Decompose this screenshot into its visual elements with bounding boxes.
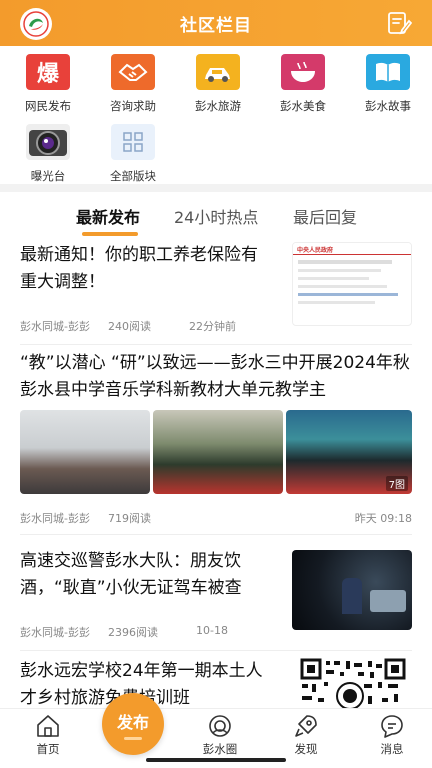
post-reads: 2396阅读 (107, 626, 158, 639)
camera-icon (26, 124, 70, 160)
nav-label: 消息 (380, 742, 404, 756)
food-icon (281, 54, 325, 90)
post-time: 昨天 09:18 (354, 512, 412, 525)
section-divider (0, 184, 432, 192)
category-story[interactable]: 彭水故事 (356, 46, 420, 113)
book-icon (366, 54, 410, 90)
post-item[interactable]: “教”以潜心 “研”以致远——彭水三中开展2024年秋彭水县中学音乐学科新教材大… (20, 350, 412, 528)
category-exposure[interactable]: 曝光台 (16, 116, 80, 183)
post-title: 高速交巡警彭水大队：朋友饮酒，“耿直”小伙无证驾车被查 (20, 551, 242, 598)
page-title: 社区栏目 (180, 15, 252, 36)
post-reads: 240阅读 (107, 320, 151, 333)
qr-code-thumbnail (298, 658, 408, 708)
post-title: 最新通知！你的职工养老保险有重大调整！ (20, 245, 258, 292)
category-label: 咨询求助 (110, 99, 156, 113)
category-netizen-post[interactable]: 爆 网民发布 (16, 46, 80, 113)
post-title: “教”以潜心 “研”以致远——彭水三中开展2024年秋彭水县中学音乐学科新教材大… (20, 353, 410, 400)
nav-messages[interactable]: 消息 (362, 713, 422, 757)
circle-community-icon (207, 713, 233, 739)
post-item[interactable]: 高速交巡警彭水大队：朋友饮酒，“耿直”小伙无证驾车被查 彭水同城-彭彭 2396… (20, 548, 412, 648)
nav-label: 彭水圈 (202, 742, 238, 756)
category-food[interactable]: 彭水美食 (271, 46, 335, 113)
edit-post-icon[interactable] (386, 10, 413, 36)
top-header: 社区栏目 (0, 0, 432, 46)
post-source: 彭水同城-彭彭 (20, 626, 90, 639)
nav-home[interactable]: 首页 (18, 713, 78, 757)
nav-pengshui-circle[interactable]: 彭水圈 (190, 713, 250, 757)
category-label: 彭水美食 (280, 99, 326, 113)
category-travel[interactable]: 彭水旅游 (186, 46, 250, 113)
post-thumbnail: 中央人民政府 (292, 242, 412, 326)
post-item[interactable]: 彭水远宏学校24年第一期本土人才乡村旅游免费培训班 (20, 658, 412, 708)
message-icon (379, 713, 405, 739)
car-icon (196, 54, 240, 90)
post-item[interactable]: 最新通知！你的职工养老保险有重大调整！ 彭水同城-彭彭 240阅读 22分钟前 … (20, 242, 412, 338)
publish-button[interactable]: 发布 (102, 693, 164, 755)
rocket-icon (293, 713, 319, 739)
post-feed: 最新通知！你的职工养老保险有重大调整！ 彭水同城-彭彭 240阅读 22分钟前 … (0, 236, 432, 708)
category-label: 曝光台 (30, 169, 66, 183)
post-image (20, 410, 150, 494)
post-time: 22分钟前 (188, 320, 236, 333)
feed-tabs: 最新发布 24小时热点 最后回复 (0, 192, 432, 236)
handshake-icon (111, 54, 155, 90)
post-thumbnail (292, 550, 412, 630)
nav-discover[interactable]: 发现 (276, 713, 336, 757)
post-reads: 719阅读 (107, 512, 151, 525)
tab-last-reply[interactable]: 最后回复 (293, 204, 357, 228)
tab-latest[interactable]: 最新发布 (76, 204, 140, 228)
grid-icon (111, 124, 155, 160)
post-time: 10-18 (195, 624, 228, 637)
nav-label: 发现 (294, 742, 318, 756)
app-logo-icon (20, 8, 52, 40)
bao-icon: 爆 (26, 54, 70, 90)
image-count-badge: 7图 (385, 476, 408, 491)
home-indicator (146, 758, 286, 762)
category-label: 彭水故事 (365, 99, 411, 113)
category-label: 全部版块 (110, 169, 156, 183)
post-source: 彭水同城-彭彭 (20, 512, 90, 525)
post-image (153, 410, 283, 494)
category-all[interactable]: 全部版块 (101, 116, 165, 183)
nav-label: 首页 (36, 742, 60, 756)
post-source: 彭水同城-彭彭 (20, 320, 90, 333)
category-label: 网民发布 (25, 99, 71, 113)
tab-24h-hot[interactable]: 24小时热点 (174, 204, 258, 228)
category-label: 彭水旅游 (195, 99, 241, 113)
publish-label: 发布 (116, 712, 149, 732)
post-image: 7图 (286, 410, 412, 494)
category-grid: 爆 网民发布 咨询求助 彭水旅游 彭水美食 彭水故事 曝光台 全部版块 (0, 46, 432, 184)
home-icon (35, 713, 61, 739)
category-help[interactable]: 咨询求助 (101, 46, 165, 113)
